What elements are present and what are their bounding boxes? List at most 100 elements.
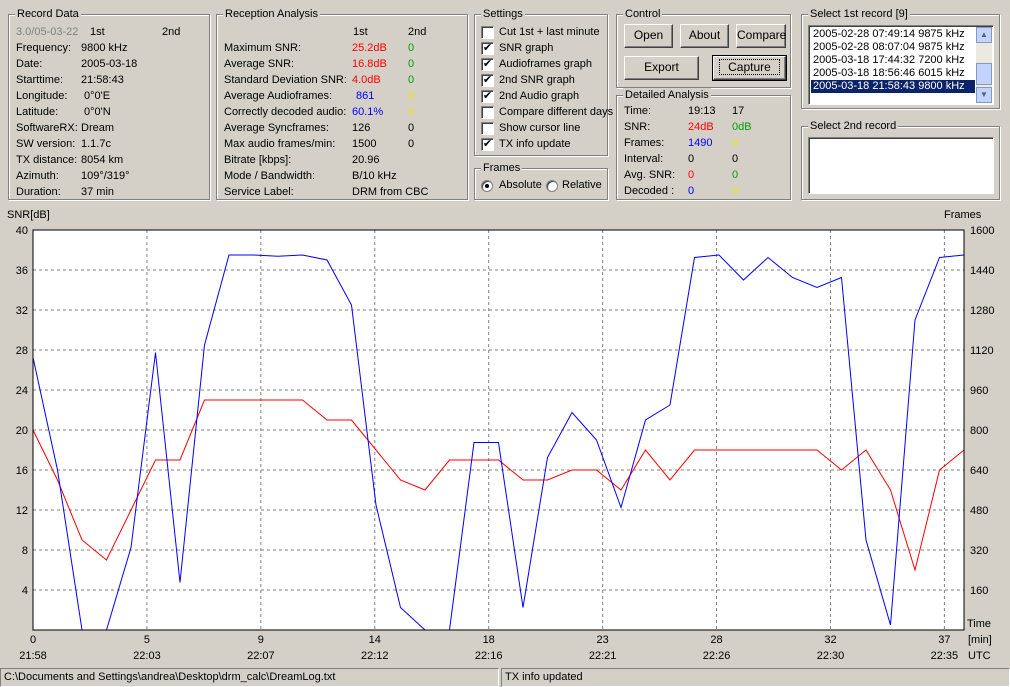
control-group: Control Open About Compare Export Captur…: [616, 7, 791, 88]
x-utc-tick-label: 21:58: [19, 650, 47, 662]
frequency-value: 9800 kHz: [81, 42, 128, 54]
date-value: 2005-03-18: [81, 58, 138, 70]
record-listbox-2nd[interactable]: [808, 137, 994, 194]
second-snr-graph-checkbox[interactable]: ✔: [481, 74, 494, 87]
record-listbox-1st[interactable]: 2005-02-28 07:49:14 9875 kHz 2005-02-28 …: [808, 25, 994, 105]
max-snr-label: Maximum SNR:: [224, 42, 302, 54]
detail-snr-1st: 24dB: [688, 121, 714, 133]
record-list-item[interactable]: 2005-03-18 17:44:32 7200 kHz: [811, 54, 975, 67]
azimuth-label: Azimuth:: [16, 170, 59, 182]
settings-title: Settings: [481, 7, 525, 21]
x-axis-unit-label: [min]: [968, 634, 992, 646]
export-button[interactable]: Export: [624, 56, 699, 80]
select-2nd-title: Select 2nd record: [808, 119, 899, 133]
settings-group: Settings Cut 1st + last minute ✔ SNR gra…: [474, 7, 613, 156]
scroll-down-button[interactable]: ▼: [976, 87, 992, 103]
status-path: C:\Documents and Settings\andrea\Desktop…: [0, 668, 499, 687]
detail-time-label: Time:: [624, 105, 652, 117]
longitude-label: Longitude:: [16, 90, 68, 102]
snr-graph-label[interactable]: SNR graph: [499, 41, 553, 55]
record-list-item[interactable]: 2005-02-28 07:49:14 9875 kHz: [811, 28, 975, 41]
sw-version-label: SW version:: [16, 138, 76, 150]
detail-frames-1st: 1490: [688, 137, 713, 149]
capture-button-label: Capture: [719, 59, 780, 75]
tx-info-update-checkbox[interactable]: ✔: [481, 138, 494, 151]
y-right-tick-label: 800: [970, 425, 988, 437]
cursor-line-label[interactable]: Show cursor line: [499, 121, 580, 135]
y-left-tick-label: 8: [22, 545, 28, 557]
relative-label[interactable]: Relative: [562, 178, 602, 192]
relative-radio[interactable]: [546, 180, 558, 192]
x-utc-tick-label: 22:26: [703, 650, 731, 662]
cursor-line-checkbox[interactable]: [481, 122, 494, 135]
control-title: Control: [623, 7, 663, 21]
detail-interval-1st: 0: [688, 153, 695, 165]
latitude-value: 0°0'N: [84, 106, 111, 118]
cut-minute-label[interactable]: Cut 1st + last minute: [499, 25, 600, 39]
compare-button[interactable]: Compare: [736, 24, 786, 48]
tx-distance-value: 8054 km: [81, 154, 124, 166]
status-message: TX info updated: [501, 668, 1010, 687]
max-audio-frames-label: Max audio frames/min:: [224, 138, 336, 150]
record-list-item-selected[interactable]: 2005-03-18 21:58:43 9800 kHz: [811, 80, 975, 93]
detail-decoded-1st: 0: [688, 185, 695, 197]
x-utc-tick-label: 22:16: [475, 650, 503, 662]
reception-col-1st: 1st: [353, 26, 368, 38]
x-min-tick-label: 9: [258, 634, 264, 646]
cut-minute-checkbox[interactable]: [481, 26, 494, 39]
service-label-1st: DRM from CBC: [352, 186, 429, 198]
record-list-item[interactable]: 2005-02-28 08:07:04 9875 kHz: [811, 41, 975, 54]
detail-decoded-label: Decoded :: [624, 185, 675, 197]
absolute-label[interactable]: Absolute: [499, 178, 542, 192]
x-min-tick-label: 14: [369, 634, 381, 646]
absolute-radio[interactable]: [481, 180, 493, 192]
snr-graph-checkbox[interactable]: ✔: [481, 42, 494, 55]
avg-audioframes-1st: 861: [356, 90, 375, 102]
record-col-1st: 1st: [90, 26, 105, 38]
audioframes-graph-label[interactable]: Audioframes graph: [499, 57, 592, 71]
about-button[interactable]: About: [680, 24, 729, 48]
scroll-thumb[interactable]: [976, 63, 992, 85]
reception-col-2nd: 2nd: [408, 26, 427, 38]
snr-frames-chart: SNR[dB] Frames 4036322824201612841600144…: [7, 209, 994, 662]
max-audio-frames-1st: 1500: [352, 138, 377, 150]
tx-info-update-label[interactable]: TX info update: [499, 137, 571, 151]
max-snr-2nd: 0: [408, 42, 415, 54]
x-utc-tick-label: 22:03: [133, 650, 161, 662]
std-snr-1st: 4.0dB: [352, 74, 381, 86]
second-audio-graph-checkbox[interactable]: ✔: [481, 90, 494, 103]
version-label: 3.0/05-03-22: [16, 26, 79, 38]
select-2nd-group: Select 2nd record: [801, 119, 1000, 200]
open-button[interactable]: Open: [624, 24, 673, 48]
record-list-item[interactable]: 2005-03-18 18:56:46 6015 kHz: [811, 67, 975, 80]
listbox-scrollbar[interactable]: ▲ ▼: [976, 27, 992, 103]
x-utc-tick-label: 22:12: [361, 650, 389, 662]
service-label-label: Service Label:: [224, 186, 294, 198]
detail-avg-snr-label: Avg. SNR:: [624, 169, 676, 181]
scroll-up-button[interactable]: ▲: [976, 27, 992, 43]
capture-button[interactable]: Capture: [712, 55, 787, 81]
x-min-tick-label: 32: [824, 634, 836, 646]
decoded-audio-label: Correctly decoded audio:: [224, 106, 347, 118]
tx-distance-label: TX distance:: [16, 154, 78, 166]
y-left-tick-label: 20: [16, 425, 28, 437]
y-left-tick-label: 4: [22, 585, 28, 597]
audioframes-graph-checkbox[interactable]: ✔: [481, 58, 494, 71]
y-right-tick-label: 160: [970, 585, 988, 597]
avg-snr-2nd: 0: [408, 58, 415, 70]
y-right-tick-label: 1280: [970, 305, 994, 317]
y-right-tick-label: 640: [970, 465, 988, 477]
detail-avg-snr-2nd: 0: [732, 169, 739, 181]
second-snr-graph-label[interactable]: 2nd SNR graph: [499, 73, 575, 87]
softwarerx-label: SoftwareRX:: [16, 122, 78, 134]
softwarerx-value: Dream: [81, 122, 115, 134]
second-audio-graph-label[interactable]: 2nd Audio graph: [499, 89, 579, 103]
y-left-tick-label: 24: [16, 385, 28, 397]
decoded-audio-2nd: 0: [408, 106, 415, 118]
reception-analysis-title: Reception Analysis: [223, 7, 320, 21]
compare-days-label[interactable]: Compare different days: [499, 105, 613, 119]
avg-snr-1st: 16.8dB: [352, 58, 387, 70]
frames-title: Frames: [481, 161, 523, 175]
detail-snr-2nd: 0dB: [732, 121, 752, 133]
compare-days-checkbox[interactable]: [481, 106, 494, 119]
